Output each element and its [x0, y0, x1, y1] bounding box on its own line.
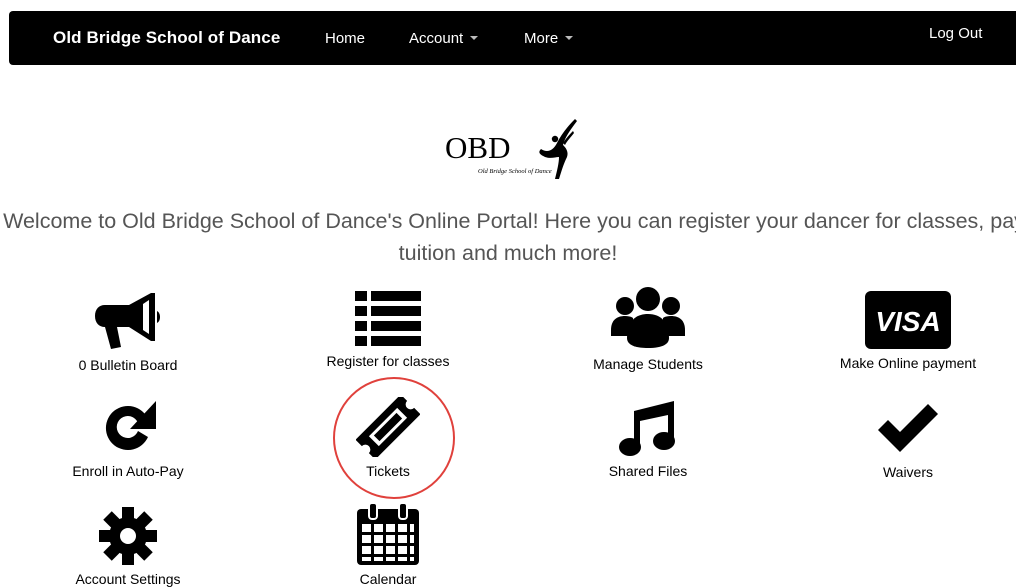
tile-label: Account Settings	[75, 571, 181, 587]
tile-label: Calendar	[359, 571, 417, 587]
tile-register-classes[interactable]: Register for classes	[288, 289, 488, 369]
tile-manage-students[interactable]: Manage Students	[548, 286, 748, 372]
welcome-message: Welcome to Old Bridge School of Dance's …	[0, 205, 1016, 269]
list-icon	[355, 291, 421, 346]
users-icon	[611, 287, 685, 348]
tile-label: Manage Students	[593, 356, 703, 372]
welcome-line-2: tuition and much more!	[398, 241, 618, 265]
refresh-icon	[105, 401, 156, 450]
highlight-circle	[333, 377, 455, 499]
nav-home-link[interactable]: Home	[325, 30, 365, 47]
calendar-icon	[357, 503, 419, 565]
music-note-icon	[619, 401, 675, 456]
logo-letters: OBD	[445, 130, 510, 165]
school-logo: OBD Old Bridge School of Dance	[445, 117, 590, 181]
tile-label: Waivers	[882, 464, 934, 480]
caret-down-icon	[565, 36, 574, 41]
tile-online-payment[interactable]: VISA Make Online payment	[808, 291, 1008, 371]
visa-text: VISA	[875, 306, 940, 337]
tile-label: Enroll in Auto-Pay	[72, 463, 184, 479]
nav-more-dropdown[interactable]: More	[524, 30, 574, 47]
tile-label: Make Online payment	[839, 355, 977, 371]
tile-label: Register for classes	[326, 353, 450, 369]
top-navbar: Old Bridge School of Dance Home Account …	[9, 11, 1016, 65]
checkmark-icon	[878, 404, 938, 452]
tile-auto-pay[interactable]: Enroll in Auto-Pay	[28, 399, 228, 479]
visa-card-icon: VISA	[865, 291, 951, 349]
tile-bulletin-board[interactable]: 0 Bulletin Board	[28, 289, 228, 373]
nav-account-label: Account	[409, 30, 464, 47]
logo-tagline: Old Bridge School of Dance	[478, 168, 552, 175]
tile-account-settings[interactable]: Account Settings	[28, 507, 228, 587]
megaphone-icon	[95, 293, 160, 349]
dancer-logo-icon: OBD Old Bridge School of Dance	[445, 119, 577, 179]
welcome-line-1: Welcome to Old Bridge School of Dance's …	[3, 209, 1016, 233]
tile-label: 0 Bulletin Board	[78, 357, 178, 373]
tile-waivers[interactable]: Waivers	[808, 404, 1008, 480]
tile-shared-files[interactable]: Shared Files	[548, 399, 748, 479]
nav-account-dropdown[interactable]: Account	[409, 30, 479, 47]
tile-label: Shared Files	[608, 463, 688, 479]
logout-link[interactable]: Log Out	[929, 25, 982, 42]
gear-icon	[99, 507, 157, 565]
brand-link[interactable]: Old Bridge School of Dance	[53, 28, 280, 48]
tile-calendar[interactable]: Calendar	[288, 503, 488, 587]
caret-down-icon	[470, 36, 479, 41]
nav-more-label: More	[524, 30, 559, 47]
